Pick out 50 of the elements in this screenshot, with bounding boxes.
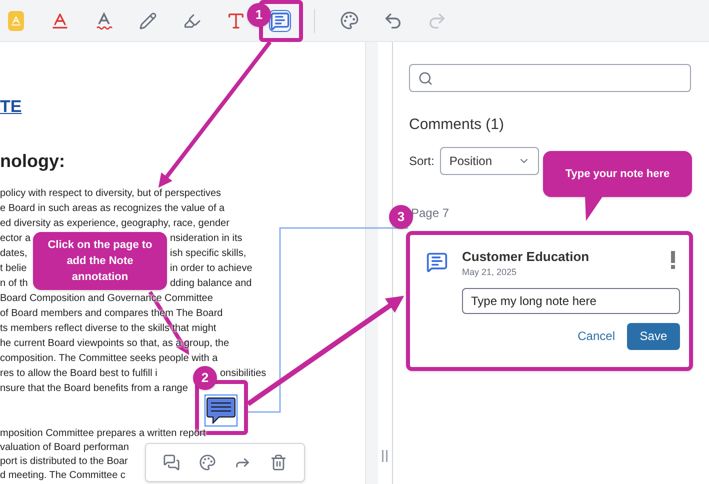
document-text: in order to achieve [170, 262, 252, 276]
document-text: mposition Committee prepares a written report [0, 427, 206, 441]
note-icon [426, 250, 448, 272]
document-text: nsure that the Board benefits from a range [0, 382, 188, 396]
page-label: Page 7 [410, 204, 450, 222]
document-text: onsibilities [220, 367, 266, 381]
palette-icon[interactable] [198, 454, 216, 471]
document-text: port is distributed to the Boar [0, 455, 128, 469]
document-text: policy with respect to diversity, but of perspectives [0, 187, 222, 201]
cancel-button[interactable]: Cancel [578, 327, 615, 345]
search-icon [418, 70, 433, 86]
callout-pointer [583, 196, 605, 222]
priority-icon[interactable] [670, 250, 676, 268]
step-badge: 3 [389, 205, 413, 229]
note-input[interactable]: Type my long note here [462, 288, 680, 314]
undo-icon[interactable] [383, 10, 403, 30]
note-icon[interactable] [270, 10, 290, 30]
comment-author: Customer Education [462, 248, 590, 266]
save-button[interactable]: Save [626, 322, 680, 350]
document-text: ector a [0, 232, 31, 246]
document-text: ish specific skills, [170, 247, 246, 261]
pen-icon[interactable] [138, 10, 158, 30]
document-text: res to allow the Board best to fulfill i [0, 367, 158, 381]
underline-icon[interactable] [50, 10, 70, 30]
document-text: e Board in such areas as recognizes the value of a [0, 202, 225, 216]
comments-title: Comments (1) [408, 115, 506, 135]
document-text: nsideration in its [170, 232, 242, 246]
comments-icon[interactable] [163, 454, 180, 471]
document-text: composition. The Committee seeks people with a [0, 352, 218, 366]
document-text: n of th [0, 277, 28, 291]
document-text: dding balance and [170, 277, 252, 291]
delete-icon[interactable] [270, 454, 287, 471]
callout: Type your note here [543, 151, 692, 197]
document-text: d meeting. The Committee c [0, 469, 126, 483]
palette-icon[interactable] [339, 10, 359, 30]
document-text: t belie [0, 262, 27, 276]
step-badge: 2 [193, 366, 217, 390]
heading-link[interactable]: TE [0, 94, 366, 118]
document-text: valuation of Board performan [0, 441, 129, 455]
text-icon[interactable] [226, 10, 246, 30]
sort-label: Sort: [408, 152, 434, 170]
comment-date: May 21, 2025 [462, 266, 518, 279]
squiggly-underline-icon[interactable] [94, 10, 114, 30]
document-heading: nology: [0, 150, 66, 173]
sort-select[interactable]: Position [440, 146, 540, 174]
resize-grip-icon[interactable] [382, 450, 388, 462]
document-text: dates, [0, 247, 28, 261]
document-text: ed diversity as experience, geography, race, gender [0, 217, 230, 231]
callout: Click on the page to add the Note annotation [33, 232, 167, 290]
search-field[interactable] [408, 64, 691, 92]
